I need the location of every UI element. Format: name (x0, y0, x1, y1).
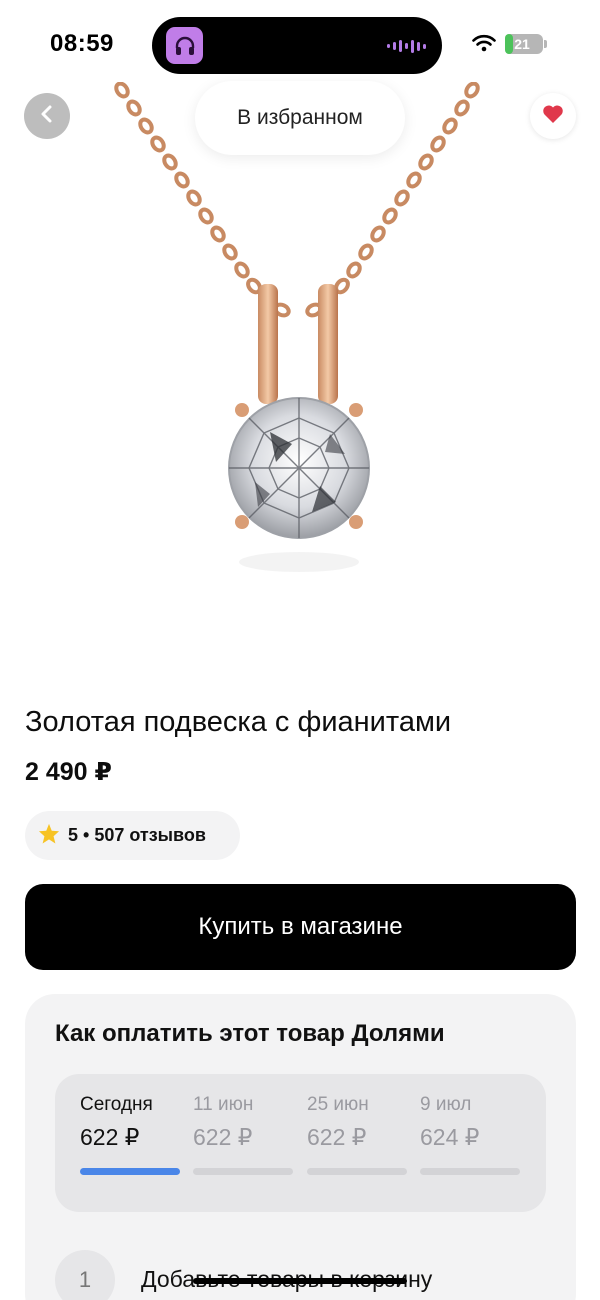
product-title: Золотая подвеска с фианитами (25, 706, 452, 738)
installment-card: Как оплатить этот товар Долями Сегодня 6… (25, 994, 576, 1300)
battery-cap (544, 40, 547, 48)
star-icon (38, 823, 60, 849)
status-bar: 08:59 21 (0, 0, 600, 86)
wifi-icon (472, 34, 496, 57)
installment-progress-bar (80, 1168, 180, 1175)
installment-title: Как оплатить этот товар Долями (55, 1020, 445, 1047)
rating-chip[interactable]: 5 • 507 отзывов (25, 811, 240, 860)
battery-level: 21 (514, 36, 530, 52)
headphones-icon (166, 27, 203, 64)
chevron-left-icon (38, 104, 56, 129)
installment-progress-bar (307, 1168, 407, 1175)
installment-item: 25 июн 622 ₽ (307, 1074, 407, 1212)
installment-item: Сегодня 622 ₽ (80, 1074, 180, 1212)
installment-progress-bar (420, 1168, 520, 1175)
rating-text: 5 • 507 отзывов (68, 825, 206, 845)
product-price: 2 490 ₽ (25, 758, 112, 786)
status-time: 08:59 (50, 30, 114, 57)
installment-date: 11 июн (193, 1094, 254, 1115)
installment-progress-bar (193, 1168, 293, 1175)
home-indicator[interactable] (193, 1278, 407, 1284)
installment-item: 11 июн 622 ₽ (193, 1074, 293, 1212)
back-button[interactable] (24, 93, 70, 139)
buy-in-store-button[interactable]: Купить в магазине (25, 884, 576, 970)
installment-amount: 622 ₽ (307, 1124, 367, 1150)
installment-amount: 622 ₽ (193, 1124, 253, 1150)
step-number: 1 (55, 1250, 115, 1300)
favorite-toast: В избранном (195, 81, 405, 155)
installment-amount: 622 ₽ (80, 1124, 140, 1150)
favorite-button[interactable] (530, 93, 576, 139)
heart-icon (542, 104, 564, 129)
dynamic-island[interactable] (152, 17, 442, 74)
installment-amount: 624 ₽ (420, 1124, 480, 1150)
installment-date: 25 июн (307, 1094, 369, 1115)
battery-indicator: 21 (505, 34, 543, 54)
pendant-product-image[interactable] (0, 81, 600, 682)
installment-item: 9 июл 624 ₽ (420, 1074, 520, 1212)
audio-wave-icon (387, 39, 426, 53)
installment-date: 9 июл (420, 1094, 472, 1115)
installment-schedule: Сегодня 622 ₽ 11 июн 622 ₽ 25 июн 622 ₽ … (55, 1074, 546, 1212)
installment-date: Сегодня (80, 1094, 153, 1115)
